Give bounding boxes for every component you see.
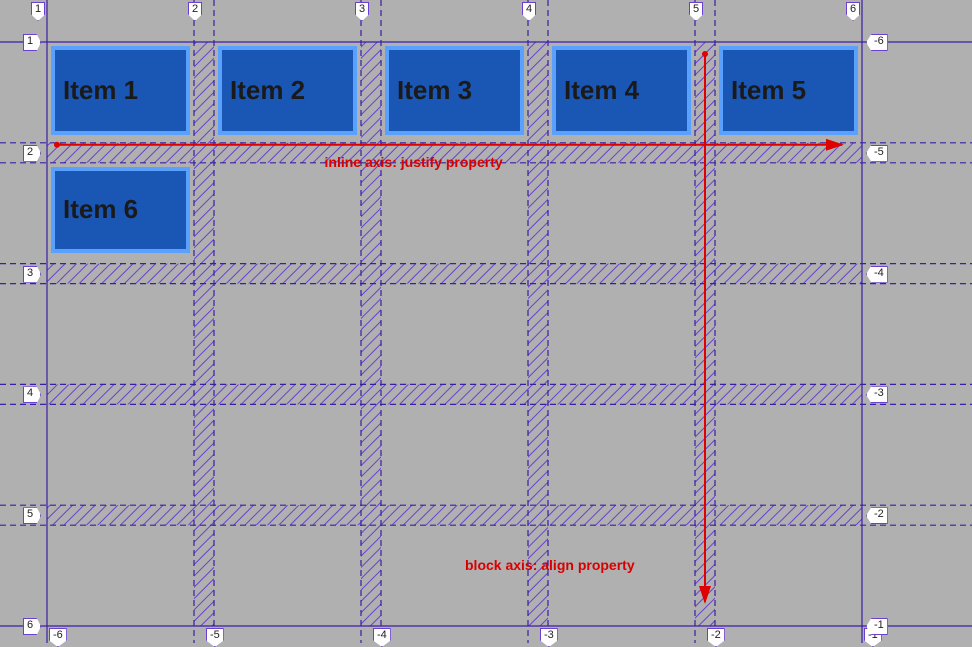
row-line-number-positive: 2 xyxy=(23,145,41,162)
grid-item-5: Item 5 xyxy=(719,46,858,135)
svg-text:inline axis: justify property: inline axis: justify property xyxy=(325,154,503,170)
row-line-number-positive: 6 xyxy=(23,618,41,635)
row-line-number-positive: 4 xyxy=(23,386,41,403)
row-line-number-negative: -2 xyxy=(866,507,888,524)
col-line-number-negative: -4 xyxy=(373,628,391,647)
item-label: Item 3 xyxy=(397,75,472,106)
col-line-number-negative: -5 xyxy=(206,628,224,647)
grid-item-1: Item 1 xyxy=(51,46,190,135)
col-line-number-positive: 2 xyxy=(188,2,202,21)
item-label: Item 6 xyxy=(63,194,138,225)
col-line-number-negative: -3 xyxy=(540,628,558,647)
item-label: Item 5 xyxy=(731,75,806,106)
svg-text:block axis: align property: block axis: align property xyxy=(465,557,635,573)
col-line-number-positive: 1 xyxy=(31,2,45,21)
item-label: Item 2 xyxy=(230,75,305,106)
row-line-number-negative: -4 xyxy=(866,266,888,283)
col-line-number-negative: -2 xyxy=(707,628,725,647)
col-line-number-negative: -6 xyxy=(49,628,67,647)
row-line-number-positive: 5 xyxy=(23,507,41,524)
row-line-number-negative: -3 xyxy=(866,386,888,403)
grid-item-2: Item 2 xyxy=(218,46,357,135)
col-line-number-positive: 5 xyxy=(689,2,703,21)
row-line-number-negative: -5 xyxy=(866,145,888,162)
col-line-number-positive: 6 xyxy=(846,2,860,21)
row-line-number-positive: 3 xyxy=(23,266,41,283)
grid-item-6: Item 6 xyxy=(51,167,190,253)
grid-item-3: Item 3 xyxy=(385,46,524,135)
col-line-number-positive: 3 xyxy=(355,2,369,21)
item-label: Item 1 xyxy=(63,75,138,106)
col-line-number-positive: 4 xyxy=(522,2,536,21)
grid-item-4: Item 4 xyxy=(552,46,691,135)
row-line-number-positive: 1 xyxy=(23,34,41,51)
item-label: Item 4 xyxy=(564,75,639,106)
row-line-number-negative: -6 xyxy=(866,34,888,51)
